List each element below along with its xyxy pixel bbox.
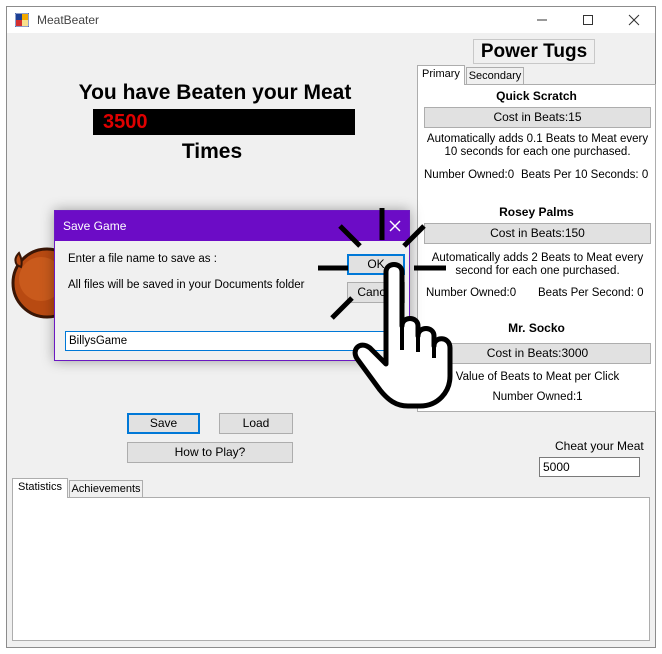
minimize-icon <box>537 19 547 21</box>
buy-mr-socko-button[interactable]: Cost in Beats:3000 <box>424 343 651 364</box>
buy-rosey-palms-button[interactable]: Cost in Beats:150 <box>424 223 651 244</box>
click-ray <box>330 296 354 320</box>
tab-statistics[interactable]: Statistics <box>12 478 68 498</box>
click-ray <box>402 224 426 248</box>
tab-primary[interactable]: Primary <box>417 65 465 85</box>
item-quick-scratch-desc: Automatically adds 0.1 Beats to Meat eve… <box>426 133 649 158</box>
minimize-button[interactable] <box>519 7 565 33</box>
title-bar: MeatBeater <box>7 7 655 33</box>
times-label: Times <box>181 140 243 163</box>
item-mr-socko-owned: Number Owned:1 <box>492 391 583 403</box>
dialog-info: All files will be saved in your Document… <box>68 279 305 291</box>
buy-quick-scratch-button[interactable]: Cost in Beats:15 <box>424 107 651 128</box>
headline: You have Beaten your Meat <box>78 81 352 104</box>
item-rosey-palms-rate: Beats Per Second: 0 <box>538 287 644 299</box>
tab-achievements[interactable]: Achievements <box>69 480 143 498</box>
item-quick-scratch-rate: Beats Per 10 Seconds: 0 <box>521 169 649 181</box>
cheat-label: Cheat your Meat <box>555 439 644 453</box>
item-rosey-palms-desc: Automatically adds 2 Beats to Meat every… <box>431 252 644 277</box>
item-quick-scratch-title: Quick Scratch <box>496 89 577 103</box>
tab-secondary[interactable]: Secondary <box>466 67 524 85</box>
maximize-button[interactable] <box>565 7 611 33</box>
close-button[interactable] <box>611 7 657 33</box>
click-ray <box>338 224 362 248</box>
app-icon <box>15 13 29 27</box>
close-icon <box>628 14 640 26</box>
cheat-input[interactable]: 5000 <box>539 457 640 477</box>
statistics-panel <box>12 497 650 641</box>
item-mr-socko-desc: Value of Beats to Meat per Click <box>455 371 620 383</box>
meat-image[interactable] <box>11 239 55 319</box>
how-to-play-button[interactable]: How to Play? <box>127 442 293 463</box>
maximize-icon <box>583 15 593 25</box>
item-quick-scratch-owned: Number Owned:0 <box>424 169 515 181</box>
load-button[interactable]: Load <box>219 413 293 434</box>
hand-cursor-icon <box>318 208 453 409</box>
power-tugs-title: Power Tugs <box>473 39 595 64</box>
save-button[interactable]: Save <box>127 413 200 434</box>
beat-count: 3500 <box>93 109 355 135</box>
window-title: MeatBeater <box>37 13 100 27</box>
dialog-prompt: Enter a file name to save as : <box>68 253 217 265</box>
dialog-title: Save Game <box>63 219 127 233</box>
